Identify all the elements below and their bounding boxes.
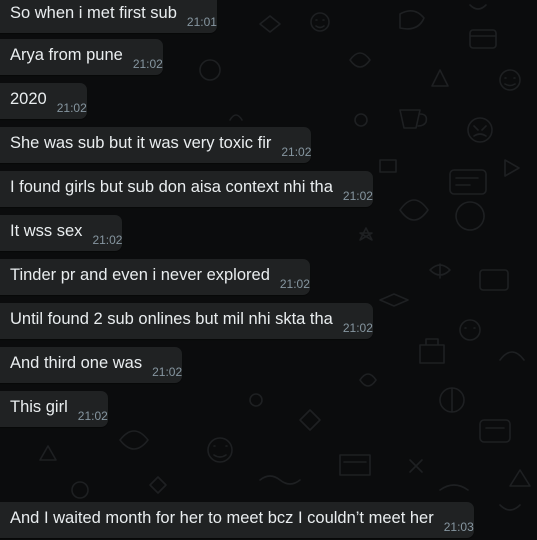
- message-timestamp: 21:02: [152, 365, 183, 379]
- message-bubble[interactable]: And I waited month for her to meet bcz I…: [0, 502, 474, 538]
- message-timestamp: 21:02: [342, 321, 373, 335]
- message-timestamp: 21:02: [281, 145, 312, 159]
- message-timestamp: 21:02: [77, 409, 108, 423]
- message-timestamp: 21:02: [92, 233, 123, 247]
- message-text: I found girls but sub don aisa context n…: [10, 178, 333, 196]
- message-timestamp: 21:03: [443, 520, 474, 534]
- message-bubble[interactable]: Tinder pr and even i never explored 21:0…: [0, 259, 310, 295]
- chat-area[interactable]: So when i met first sub 21:01 Arya from …: [0, 0, 537, 540]
- message-text: She was sub but it was very toxic fir: [10, 134, 272, 152]
- message-text: And third one was: [10, 354, 143, 372]
- message-timestamp: 21:02: [279, 277, 310, 291]
- message-text: Arya from pune: [10, 46, 123, 64]
- message-bubble[interactable]: And third one was 21:02: [0, 347, 183, 383]
- message-text: And I waited month for her to meet bcz I…: [10, 509, 434, 527]
- message-text: This girl: [10, 398, 68, 416]
- message-text: So when i met first sub: [10, 4, 177, 22]
- message-bubble[interactable]: So when i met first sub 21:01: [0, 0, 217, 33]
- message-text: 2020: [10, 90, 47, 108]
- message-bubble[interactable]: Arya from pune 21:02: [0, 39, 163, 75]
- message-text: It wss sex: [10, 222, 83, 240]
- message-bubble[interactable]: I found girls but sub don aisa context n…: [0, 171, 373, 207]
- message-bubble[interactable]: 2020 21:02: [0, 83, 87, 119]
- message-timestamp: 21:02: [342, 189, 373, 203]
- message-text: Tinder pr and even i never explored: [10, 266, 270, 284]
- message-bubble[interactable]: Until found 2 sub onlines but mil nhi sk…: [0, 303, 373, 339]
- message-bubble[interactable]: She was sub but it was very toxic fir 21…: [0, 127, 312, 163]
- message-timestamp: 21:01: [186, 15, 217, 29]
- message-timestamp: 21:02: [56, 101, 87, 115]
- message-bubble[interactable]: It wss sex 21:02: [0, 215, 123, 251]
- message-text: Until found 2 sub onlines but mil nhi sk…: [10, 310, 333, 328]
- message-bubble[interactable]: This girl 21:02: [0, 391, 108, 427]
- message-timestamp: 21:02: [132, 57, 163, 71]
